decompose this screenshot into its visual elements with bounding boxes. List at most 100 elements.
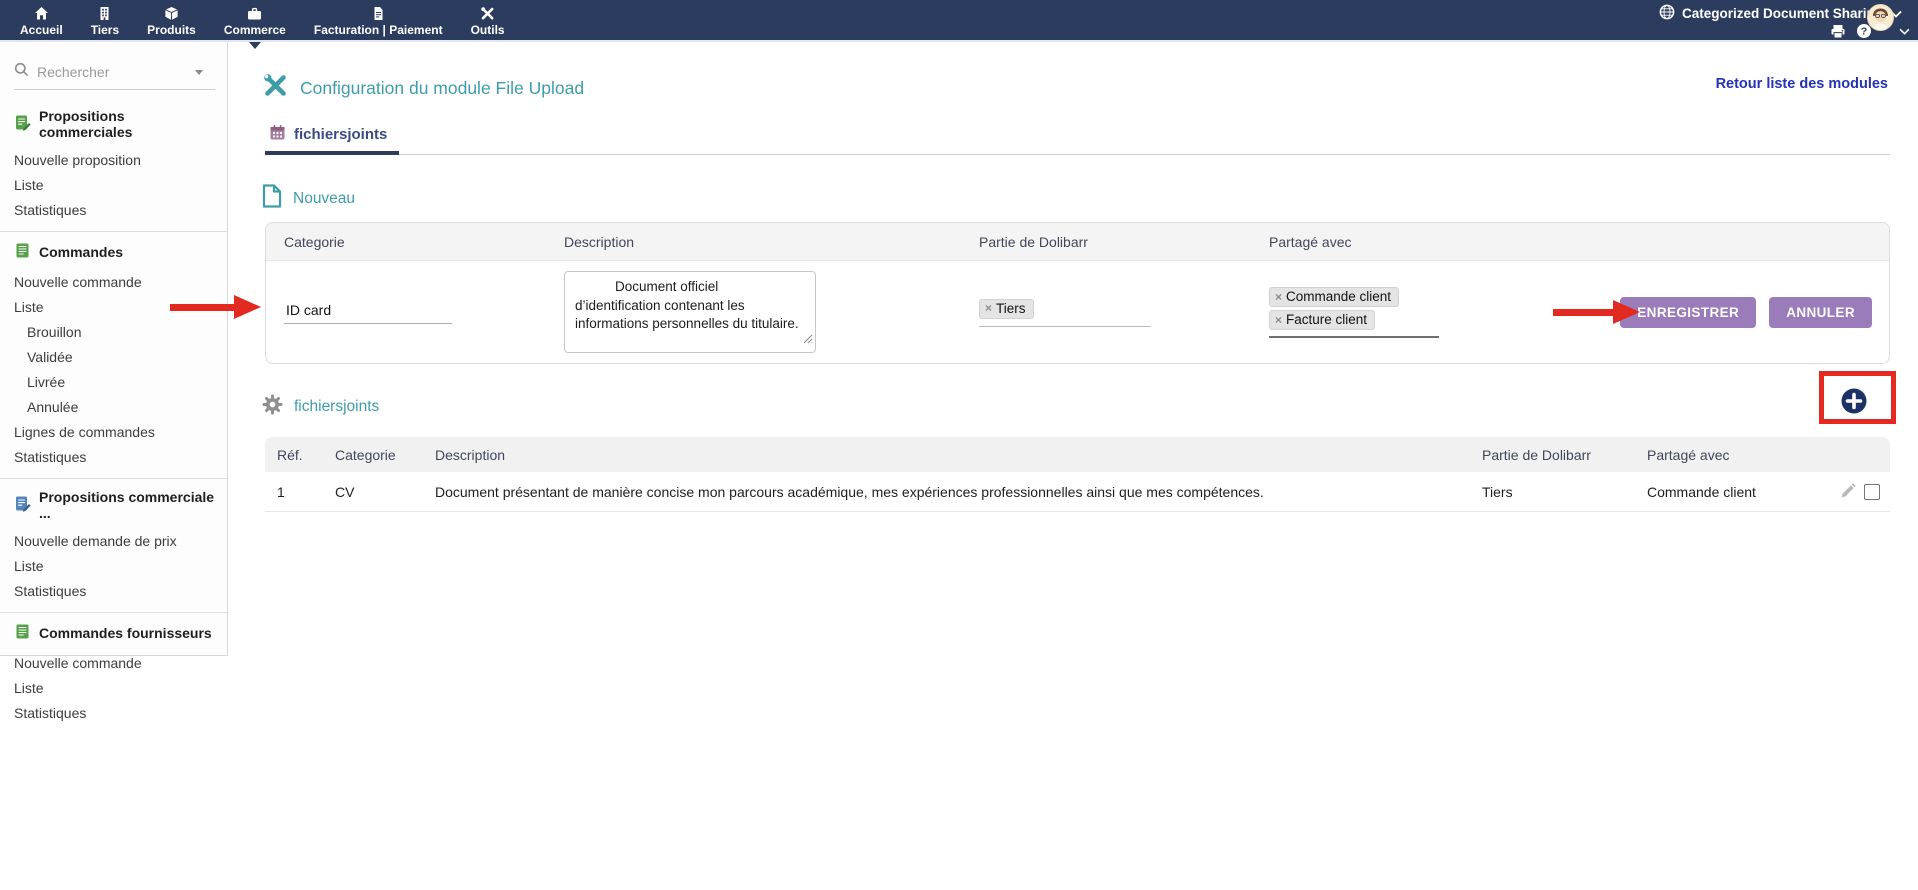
search-dropdown-caret-icon[interactable] [195,70,203,79]
form-input-row: Document officiel d’identification conte… [266,261,1889,363]
sidebar-item-brouillon[interactable]: Brouillon [14,319,217,344]
sidebar-item-liste[interactable]: Liste [14,172,217,197]
cell-description: Document présentant de manière concise m… [423,484,1470,500]
tag-commande-client: × Commande client [1269,287,1399,307]
nav-item-commerce[interactable]: Commerce [210,0,300,42]
column-header-partage-avec: Partagé avec [1251,234,1561,250]
column-header-categorie: Categorie [266,234,546,250]
sidebar-item-nouvelle-proposition[interactable]: Nouvelle proposition [14,147,217,172]
module-tools-icon [262,72,289,104]
page-title: Configuration du module File Upload [300,78,584,99]
invoice-icon [371,6,386,21]
list-section-title: fichiersjoints [294,398,379,416]
sidebar-item-statistiques[interactable]: Statistiques [14,197,217,222]
sidebar-item-nouvelle-commande[interactable]: Nouvelle commande [14,269,217,294]
cell-partage-avec: Commande client [1635,484,1815,500]
sidebar-item-nouvelle-demande-de-prix[interactable]: Nouvelle demande de prix [14,528,217,553]
sidebar-item-livree[interactable]: Livrée [14,369,217,394]
records-table: Réf. Categorie Description Partie de Dol… [265,437,1890,512]
remove-tag-icon[interactable]: × [1275,290,1282,304]
sidebar-section-propositions-commerciales[interactable]: Propositions commerciales [14,108,217,140]
new-section-title: Nouveau [293,190,355,208]
sidebar-item-liste[interactable]: Liste [14,294,217,319]
print-icon[interactable] [1830,24,1846,44]
shared-with-select[interactable]: × Commande client × Facture client [1269,286,1439,338]
column-header-partage-avec: Partagé avec [1635,447,1815,463]
user-chevron-down-icon[interactable] [1899,22,1910,40]
sidebar-item-liste[interactable]: Liste [14,675,217,700]
nav-item-label: Produits [147,23,196,37]
cell-categorie: CV [323,484,423,500]
globe-icon [1659,4,1675,23]
gear-icon [262,394,283,420]
nav-item-produits[interactable]: Produits [133,0,210,42]
remove-tag-icon[interactable]: × [985,301,992,315]
description-textarea[interactable]: Document officiel d’identification conte… [564,271,816,353]
file-icon [262,184,282,213]
new-section-header: Nouveau [262,184,355,213]
select-row-checkbox[interactable] [1864,484,1880,500]
edit-pencil-icon[interactable] [1840,482,1857,502]
sidebar-item-nouvelle-commande[interactable]: Nouvelle commande [14,650,217,675]
category-input[interactable] [284,300,452,324]
nav-item-label: Facturation | Paiement [314,23,443,37]
sidebar-section-commandes-fournisseurs[interactable]: Commandes fournisseurs [14,623,217,643]
tabs-bar: fichiersjoints [265,118,1890,155]
nav-item-accueil[interactable]: Accueil [6,0,77,42]
cancel-button[interactable]: ANNULER [1769,297,1872,328]
sidebar-item-annulee[interactable]: Annulée [14,394,217,419]
company-dropdown[interactable]: Categorized Document Sharing [1659,4,1902,23]
search-input[interactable] [37,64,187,80]
cell-ref: 1 [265,484,323,500]
column-header-partie-de-dolibarr: Partie de Dolibarr [961,234,1251,250]
user-avatar[interactable] [1867,4,1894,31]
file-invoice-icon [14,242,31,262]
remove-tag-icon[interactable]: × [1275,313,1282,327]
table-row: 1 CV Document présentant de manière conc… [265,472,1890,512]
page-header: Configuration du module File Upload [262,72,584,104]
svg-text:?: ? [1861,26,1867,38]
description-text: Document officiel d’identification conte… [575,279,799,331]
tag-tiers: × Tiers [979,299,1034,319]
new-record-form: Categorie Description Partie de Dolibarr… [265,222,1890,364]
list-section-header: fichiersjoints [262,394,379,420]
tag-label: Tiers [996,301,1026,316]
nav-item-label: Accueil [20,23,63,37]
left-sidebar: Propositions commerciales Nouvelle propo… [0,42,228,656]
calendar-icon [269,124,286,146]
nav-item-label: Tiers [91,23,119,37]
sidebar-item-statistiques[interactable]: Statistiques [14,444,217,469]
nav-item-facturation[interactable]: Facturation | Paiement [300,0,457,42]
sidebar-item-statistiques[interactable]: Statistiques [14,700,217,725]
divider [0,478,227,479]
file-signature-icon [14,495,31,515]
column-header-description: Description [546,234,961,250]
dolibarr-app: Accueil Tiers Produits Commerce [0,0,1918,890]
briefcase-icon [247,6,262,21]
sidebar-item-validee[interactable]: Validée [14,344,217,369]
nav-item-outils[interactable]: Outils [457,0,519,42]
save-button[interactable]: ENREGISTRER [1620,297,1756,328]
nav-item-tiers[interactable]: Tiers [77,0,133,42]
divider [0,612,227,613]
back-to-modules-link[interactable]: Retour liste des modules [1716,76,1888,92]
sidebar-item-liste[interactable]: Liste [14,553,217,578]
tools-icon [480,6,495,21]
main-menu: Accueil Tiers Produits Commerce [6,0,519,42]
nav-item-label: Commerce [224,23,286,37]
sidebar-item-statistiques[interactable]: Statistiques [14,578,217,603]
sidebar-search [14,62,215,90]
resize-grip-icon[interactable] [763,331,813,350]
sidebar-section-propositions-commerciale-fournisseurs[interactable]: Propositions commerciale ... [14,489,217,521]
sidebar-section-title: Commandes [39,244,123,260]
form-header-row: Categorie Description Partie de Dolibarr… [266,223,1889,261]
tag-label: Facture client [1286,312,1367,327]
sidebar-item-lignes-de-commandes[interactable]: Lignes de commandes [14,419,217,444]
add-record-button[interactable] [1840,387,1868,415]
dolibarr-part-select[interactable]: × Tiers [979,298,1151,327]
tab-fichiersjoints[interactable]: fichiersjoints [265,118,399,155]
tag-facture-client: × Facture client [1269,310,1375,330]
tag-label: Commande client [1286,289,1391,304]
sidebar-section-commandes[interactable]: Commandes [14,242,217,262]
table-header-row: Réf. Categorie Description Partie de Dol… [265,437,1890,472]
